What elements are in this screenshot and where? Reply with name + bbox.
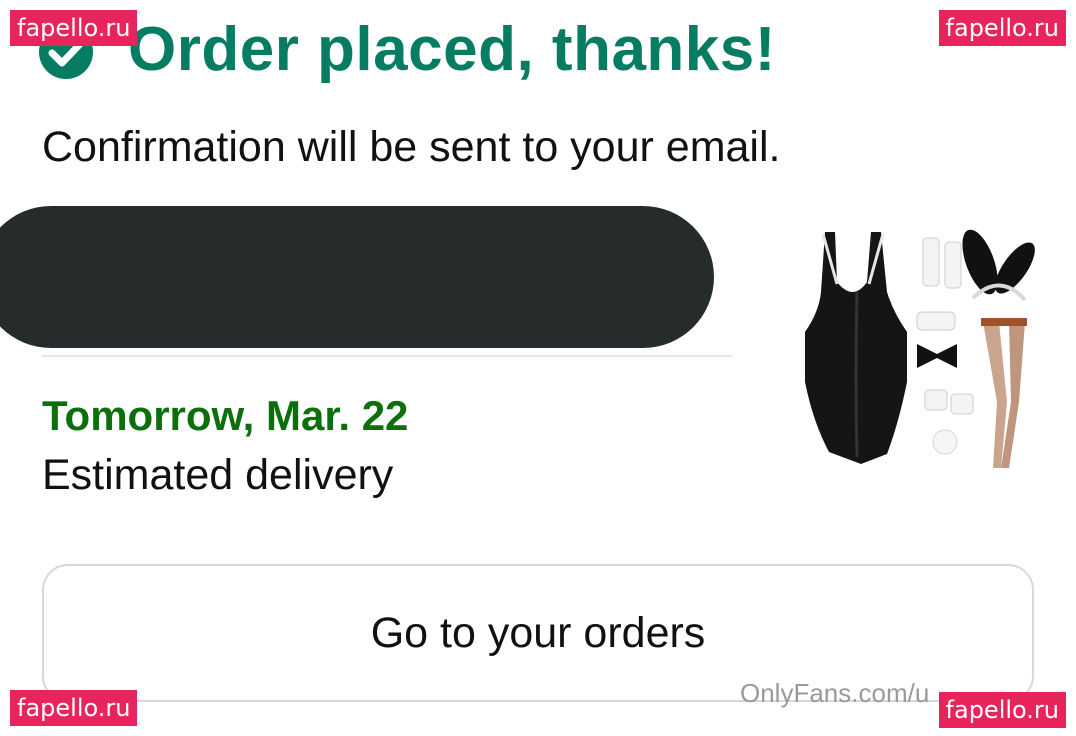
bodysuit-illustration: [805, 232, 907, 464]
bowtie-illustration: [917, 344, 957, 368]
pompom-illustration: [932, 429, 958, 455]
delivery-label: Estimated delivery: [42, 451, 394, 499]
watermark-top-left: fapello.ru: [10, 10, 138, 46]
delivery-date: Tomorrow, Mar. 22: [42, 392, 409, 439]
source-watermark-text: OnlyFans.com/u: [740, 678, 930, 708]
watermark-bottom-right: fapello.ru: [938, 692, 1066, 728]
product-image[interactable]: [795, 222, 1045, 482]
bunny-ears-illustration: [962, 229, 1035, 302]
divider: [42, 355, 732, 357]
watermark-bottom-left: fapello.ru: [10, 690, 138, 726]
redacted-address-bar: [0, 206, 714, 348]
confirmation-message: Confirmation will be sent to your email.: [42, 123, 781, 171]
page-title: Order placed, thanks!: [128, 15, 776, 84]
stockings-illustration: [981, 318, 1027, 468]
watermark-top-right: fapello.ru: [938, 10, 1066, 46]
cuffs-illustration: [916, 237, 974, 415]
